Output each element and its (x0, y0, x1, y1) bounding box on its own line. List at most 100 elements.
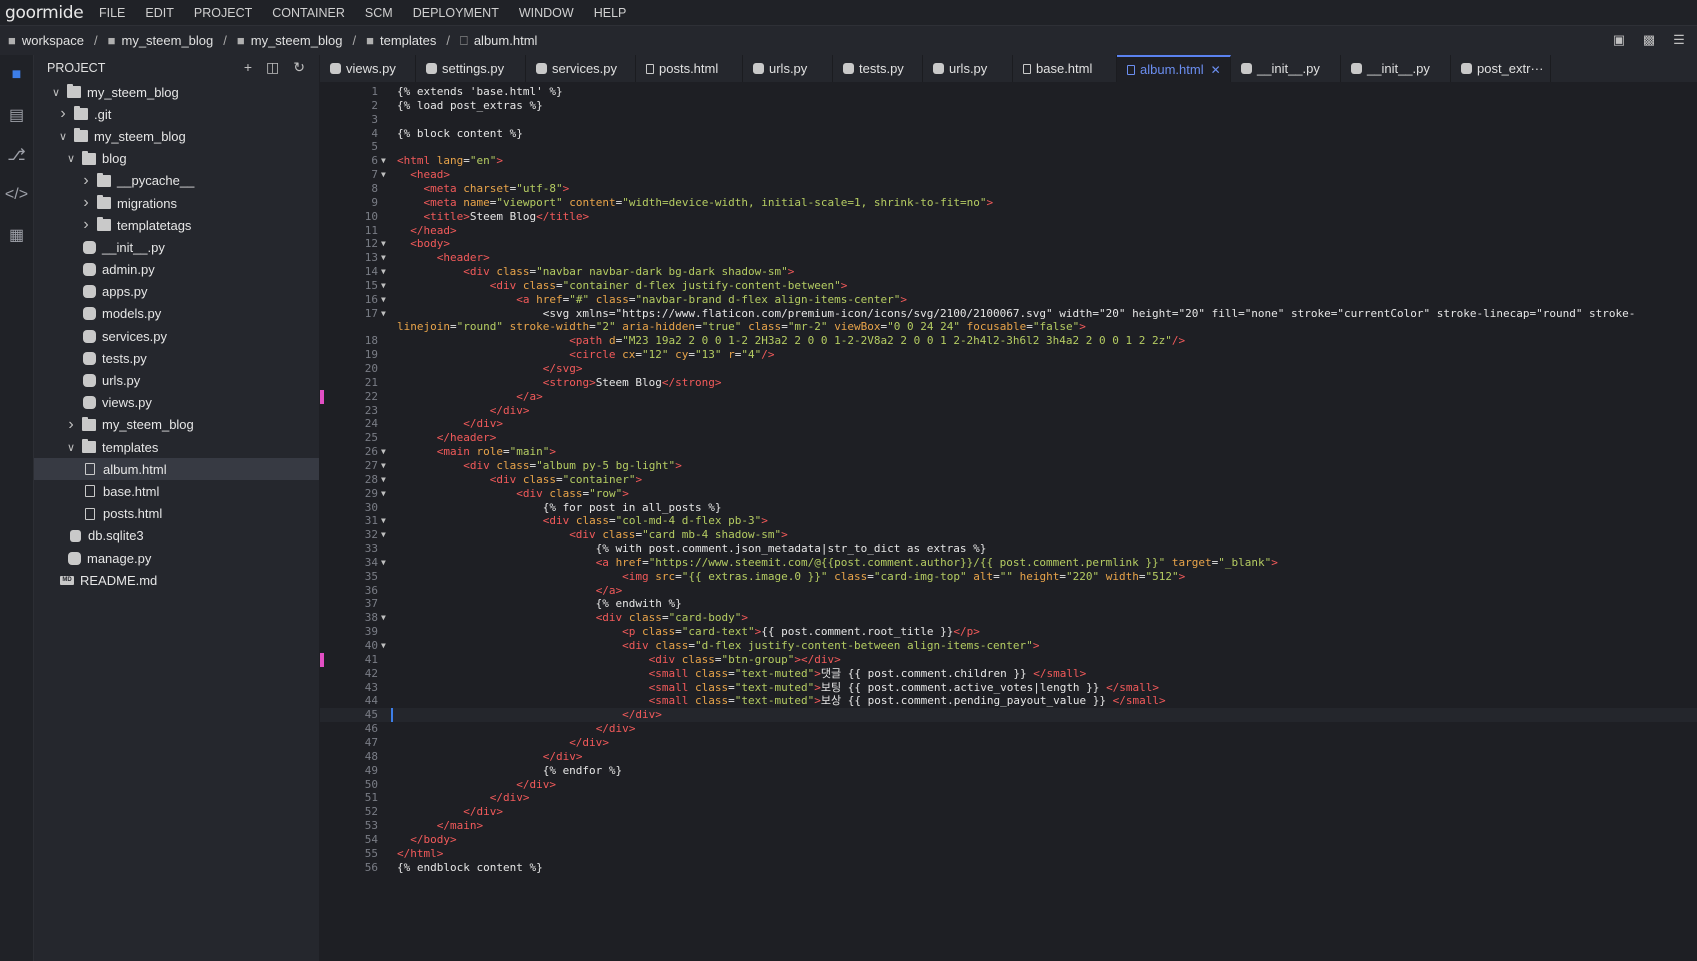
tab-views-py[interactable]: views.py (320, 55, 416, 82)
tree-item-db-sqlite3[interactable]: db.sqlite3 (34, 525, 319, 547)
fold-arrow-icon[interactable]: ▼ (381, 639, 386, 653)
tree-item-my-steem-blog[interactable]: ∨ my_steem_blog (34, 81, 319, 103)
chevron-right-icon[interactable]: › (79, 216, 93, 234)
tab-posts-html[interactable]: posts.html (636, 55, 743, 82)
tree-item-models-py[interactable]: models.py (34, 303, 319, 325)
fold-arrow-icon[interactable]: ▼ (381, 514, 386, 528)
extensions-icon[interactable]: ▦ (0, 215, 33, 255)
tree-item--git[interactable]: › .git (34, 103, 319, 125)
code-line[interactable]: 45 </div> (320, 708, 1697, 723)
code-line[interactable]: 48 </div> (320, 750, 1697, 764)
tree-item-tests-py[interactable]: tests.py (34, 347, 319, 369)
chevron-right-icon[interactable]: › (79, 194, 93, 212)
code-line[interactable]: 11 </head> (320, 224, 1697, 238)
fold-arrow-icon[interactable]: ▼ (381, 528, 386, 542)
add-file-icon[interactable]: + (244, 59, 252, 76)
code-line[interactable]: 24 </div> (320, 417, 1697, 431)
git-branch-icon[interactable]: ⎇ (0, 135, 33, 175)
tree-item-admin-py[interactable]: admin.py (34, 259, 319, 281)
tab-settings-py[interactable]: settings.py (416, 55, 526, 82)
breadcrumb-item[interactable]: ■ workspace (8, 33, 84, 48)
menu-file[interactable]: FILE (99, 6, 125, 20)
code-line[interactable]: 40 ▼ <div class="d-flex justify-content-b… (320, 639, 1697, 653)
terminal-icon[interactable]: ▤ (0, 95, 33, 135)
save-icon[interactable]: ▣ (1611, 32, 1627, 48)
code-line[interactable]: 49 {% endfor %} (320, 764, 1697, 778)
code-line[interactable]: 56 {% endblock content %} (320, 861, 1697, 875)
tree-item-posts-html[interactable]: posts.html (34, 503, 319, 525)
fold-arrow-icon[interactable]: ▼ (381, 307, 386, 321)
menu-deployment[interactable]: DEPLOYMENT (413, 6, 499, 20)
code-line[interactable]: 33 {% with post.comment.json_metadata|st… (320, 542, 1697, 556)
code-line[interactable]: 23 </div> (320, 404, 1697, 418)
code-line[interactable]: 2 {% load post_extras %} (320, 99, 1697, 113)
fold-arrow-icon[interactable]: ▼ (381, 251, 386, 265)
code-line[interactable]: 12 ▼ <body> (320, 237, 1697, 251)
code-line[interactable]: 35 <img src="{{ extras.image.0 }}" class… (320, 570, 1697, 584)
tree-item-base-html[interactable]: base.html (34, 480, 319, 502)
code-line[interactable]: 34 ▼ <a href="https://www.steemit.com/@{{… (320, 556, 1697, 570)
chevron-down-icon[interactable]: ∨ (49, 86, 63, 99)
tab-urls-py[interactable]: urls.py (923, 55, 1013, 82)
tree-item-apps-py[interactable]: apps.py (34, 281, 319, 303)
refresh-icon[interactable]: ↻ (293, 59, 305, 76)
code-line[interactable]: 19 <circle cx="12" cy="13" r="4"/> (320, 348, 1697, 362)
code-line[interactable]: 16 ▼ <a href="#" class="navbar-brand d-fl… (320, 293, 1697, 307)
close-icon[interactable]: ✕ (1211, 63, 1221, 77)
code-line[interactable]: 51 </div> (320, 791, 1697, 805)
fold-arrow-icon[interactable]: ▼ (381, 556, 386, 570)
code-line[interactable]: 41 <div class="btn-group"></div> (320, 652, 1697, 667)
code-line[interactable]: 39 <p class="card-text">{{ post.comment.… (320, 625, 1697, 639)
tree-item-services-py[interactable]: services.py (34, 325, 319, 347)
fold-arrow-icon[interactable]: ▼ (381, 265, 386, 279)
code-icon[interactable]: </> (0, 175, 33, 215)
code-line[interactable]: 54 </body> (320, 833, 1697, 847)
menu-project[interactable]: PROJECT (194, 6, 252, 20)
code-line[interactable]: 29 ▼ <div class="row"> (320, 487, 1697, 501)
code-line[interactable]: 46 </div> (320, 722, 1697, 736)
tree-item-migrations[interactable]: › migrations (34, 192, 319, 214)
code-line[interactable]: 13 ▼ <header> (320, 251, 1697, 265)
code-line[interactable]: 27 ▼ <div class="album py-5 bg-light"> (320, 459, 1697, 473)
code-line[interactable]: 38 ▼ <div class="card-body"> (320, 611, 1697, 625)
code-line[interactable]: 37 {% endwith %} (320, 597, 1697, 611)
code-line[interactable]: 14 ▼ <div class="navbar navbar-dark bg-da… (320, 265, 1697, 279)
breadcrumb-item[interactable]: ■ my_steem_blog (237, 33, 343, 48)
code-line[interactable]: 10 <title>Steem Blog</title> (320, 210, 1697, 224)
code-line[interactable]: 32 ▼ <div class="card mb-4 shadow-sm"> (320, 528, 1697, 542)
breadcrumb-item[interactable]: ■ my_steem_blog (108, 33, 214, 48)
breadcrumb-item[interactable]: ■ templates (366, 33, 436, 48)
code-line[interactable]: linejoin="round" stroke-width="2" aria-h… (320, 320, 1697, 334)
code-line[interactable]: 15 ▼ <div class="container d-flex justify… (320, 279, 1697, 293)
menu-window[interactable]: WINDOW (519, 6, 574, 20)
code-line[interactable]: 47 </div> (320, 736, 1697, 750)
tree-item-readme-md[interactable]: MD README.md (34, 569, 319, 591)
tab-services-py[interactable]: services.py (526, 55, 636, 82)
code-line[interactable]: 17 ▼ <svg xmlns="https://www.flaticon.com… (320, 307, 1697, 321)
save-all-icon[interactable]: ▩ (1641, 32, 1657, 48)
code-line[interactable]: 50 </div> (320, 778, 1697, 792)
fold-arrow-icon[interactable]: ▼ (381, 237, 386, 251)
code-line[interactable]: 9 <meta name="viewport" content="width=d… (320, 196, 1697, 210)
tab--init-py[interactable]: __init__.py (1341, 55, 1451, 82)
chevron-down-icon[interactable]: ∨ (64, 152, 78, 165)
code-line[interactable]: 26 ▼ <main role="main"> (320, 445, 1697, 459)
fold-arrow-icon[interactable]: ▼ (381, 279, 386, 293)
code-line[interactable]: 20 </svg> (320, 362, 1697, 376)
tree-item-templatetags[interactable]: › templatetags (34, 214, 319, 236)
code-line[interactable]: 30 {% for post in all_posts %} (320, 501, 1697, 515)
search-list-icon[interactable]: ☰ (1671, 32, 1687, 48)
code-editor[interactable]: 1 {% extends 'base.html' %} 2 {% load post_… (320, 82, 1697, 961)
chevron-right-icon[interactable]: › (64, 416, 78, 434)
tab-urls-py[interactable]: urls.py (743, 55, 833, 82)
fold-arrow-icon[interactable]: ▼ (381, 445, 386, 459)
code-line[interactable]: 44 <small class="text-muted">보상 {{ post.… (320, 694, 1697, 708)
menu-edit[interactable]: EDIT (145, 6, 173, 20)
breadcrumb-item[interactable]: ⎕ album.html (460, 33, 537, 49)
menu-help[interactable]: HELP (594, 6, 627, 20)
code-line[interactable]: 55 </html> (320, 847, 1697, 861)
tab-base-html[interactable]: base.html (1013, 55, 1117, 82)
fold-arrow-icon[interactable]: ▼ (381, 459, 386, 473)
tab-album-html[interactable]: album.html ✕ (1117, 55, 1231, 82)
code-line[interactable]: 5 (320, 140, 1697, 154)
